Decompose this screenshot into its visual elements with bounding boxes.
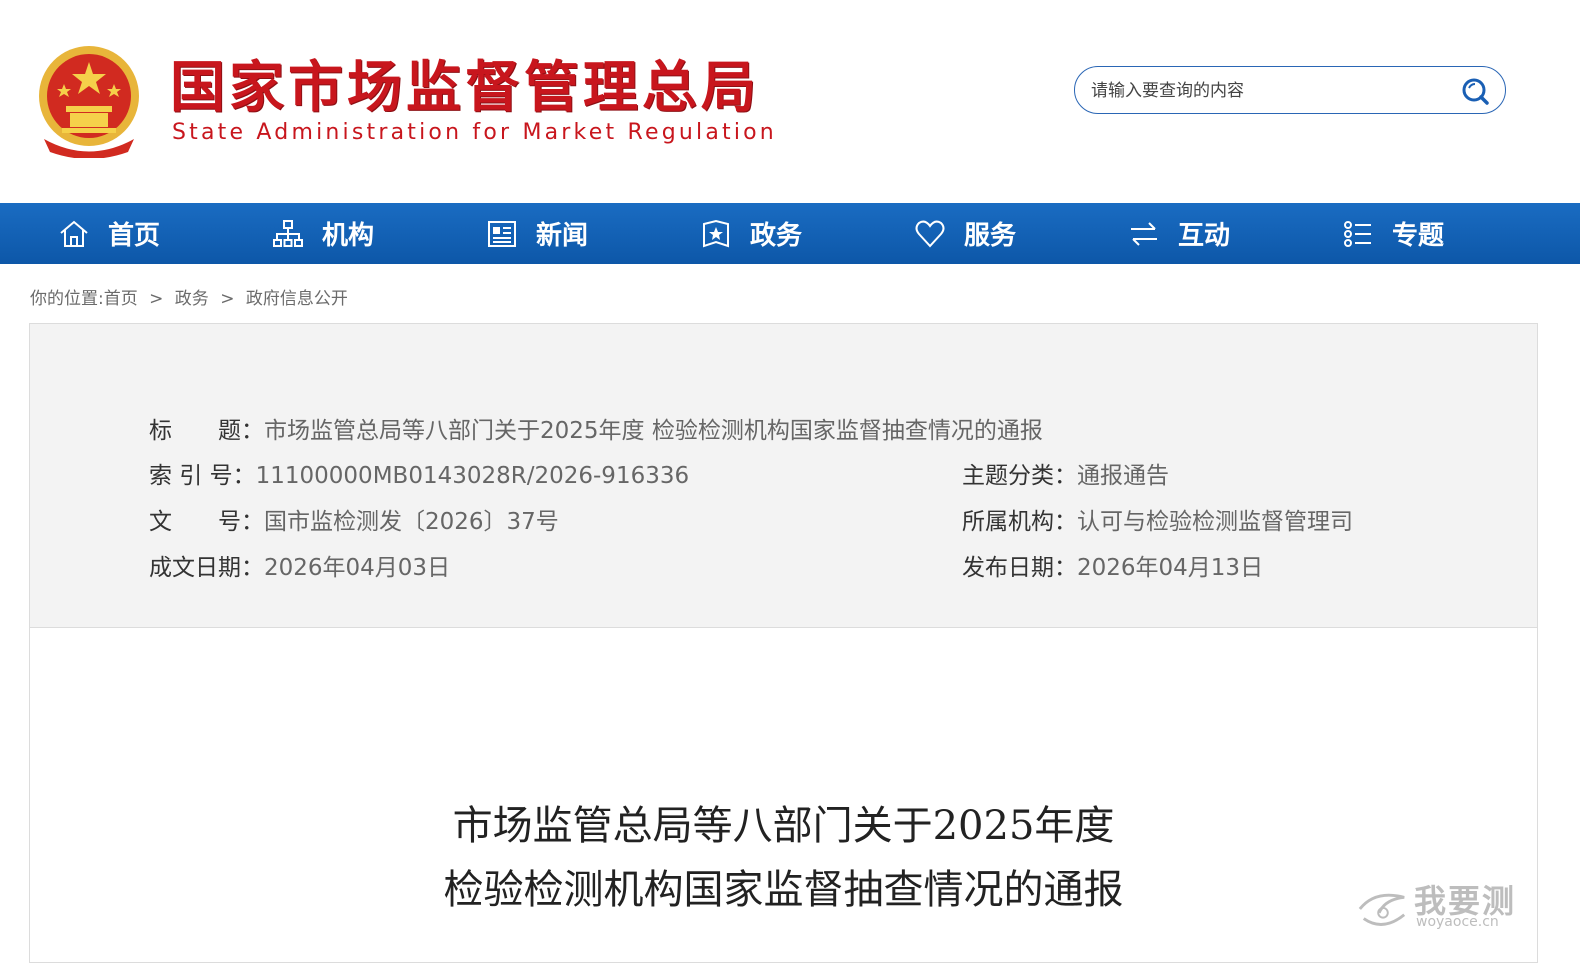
meta-topic-row: 主题分类：通报通告 — [962, 461, 1169, 491]
nav-item-label: 首页 — [108, 221, 161, 251]
nav-item-interact[interactable]: 互动 — [1128, 203, 1230, 264]
meta-docno-value: 国市监检测发〔2026〕37号 — [264, 509, 559, 535]
nav-item-label: 新闻 — [536, 221, 589, 251]
meta-title-value: 市场监管总局等八部门关于2025年度 检验检测机构国家监督抽查情况的通报 — [264, 418, 1043, 444]
document-title-line2: 检验检测机构国家监督抽查情况的通报 — [443, 867, 1124, 913]
meta-title-label: 标 题： — [149, 418, 264, 444]
meta-created-value: 2026年04月03日 — [264, 555, 451, 581]
meta-docno-label: 文 号： — [149, 509, 264, 535]
breadcrumb-separator: > — [220, 289, 235, 309]
breadcrumb-item-affairs[interactable]: 政务 — [175, 289, 209, 309]
nav-item-org[interactable]: 机构 — [272, 203, 374, 264]
breadcrumb: 你的位置:首页 > 政务 > 政府信息公开 — [30, 284, 354, 309]
meta-published-row: 发布日期：2026年04月13日 — [962, 553, 1263, 583]
site-header: 国家市场监督管理总局 State Administration for Mark… — [0, 0, 1580, 203]
list-icon — [1344, 220, 1371, 247]
meta-created-label: 成文日期： — [149, 555, 264, 581]
breadcrumb-prefix: 你的位置: — [30, 289, 104, 309]
search-box — [1074, 66, 1506, 114]
nav-item-label: 政务 — [750, 221, 803, 251]
breadcrumb-item-home[interactable]: 首页 — [104, 289, 138, 309]
breadcrumb-item-disclosure[interactable]: 政府信息公开 — [246, 289, 348, 309]
meta-org-row: 所属机构：认可与检验检测监督管理司 — [962, 507, 1353, 537]
meta-published-value: 2026年04月13日 — [1077, 555, 1264, 581]
document-title-line1: 市场监管总局等八部门关于2025年度 — [452, 803, 1115, 849]
meta-org-value: 认可与检验检测监督管理司 — [1077, 509, 1353, 535]
heart-icon — [915, 220, 945, 247]
nav-item-label: 服务 — [964, 221, 1017, 251]
document-meta-panel: 标 题：市场监管总局等八部门关于2025年度 检验检测机构国家监督抽查情况的通报… — [30, 324, 1537, 628]
exchange-icon — [1131, 221, 1157, 246]
watermark-en: woyaoce.cn — [1416, 914, 1499, 930]
meta-topic-label: 主题分类： — [962, 463, 1077, 489]
badge-icon — [703, 219, 729, 247]
meta-index-value: 11100000MB0143028R/2026-916336 — [255, 463, 690, 489]
nav-item-affairs[interactable]: 政务 — [700, 203, 802, 264]
news-icon — [488, 220, 516, 247]
nav-item-home[interactable]: 首页 — [58, 203, 160, 264]
site-name-cn[interactable]: 国家市场监督管理总局 — [170, 52, 760, 122]
meta-title-row: 标 题：市场监管总局等八部门关于2025年度 检验检测机构国家监督抽查情况的通报 — [149, 416, 1043, 446]
meta-index-row: 索 引 号：11100000MB0143028R/2026-916336 — [149, 461, 689, 491]
nav-item-label: 机构 — [322, 221, 375, 251]
org-chart-icon — [273, 219, 303, 247]
meta-created-row: 成文日期：2026年04月03日 — [149, 553, 450, 583]
meta-docno-row: 文 号：国市监检测发〔2026〕37号 — [149, 507, 559, 537]
home-icon — [60, 220, 88, 247]
main-nav: 首页 机构 新闻 政务 服务 互动 专题 — [0, 203, 1580, 264]
meta-index-label: 索 引 号： — [149, 463, 256, 489]
nav-item-label: 互动 — [1178, 221, 1231, 251]
site-name-en[interactable]: State Administration for Market Regulati… — [172, 120, 777, 145]
breadcrumb-separator: > — [149, 289, 164, 309]
search-input[interactable] — [1089, 75, 1453, 107]
nav-item-service[interactable]: 服务 — [914, 203, 1016, 264]
national-emblem-icon[interactable] — [36, 44, 142, 158]
watermark: 我要测 woyaoce.cn — [1356, 876, 1536, 936]
meta-published-label: 发布日期： — [962, 555, 1077, 581]
nav-item-news[interactable]: 新闻 — [486, 203, 588, 264]
search-icon[interactable] — [1461, 77, 1489, 105]
watermark-logo-icon — [1358, 893, 1406, 926]
nav-item-topics[interactable]: 专题 — [1342, 203, 1444, 264]
article-container: 标 题：市场监管总局等八部门关于2025年度 检验检测机构国家监督抽查情况的通报… — [29, 323, 1538, 963]
meta-org-label: 所属机构： — [962, 509, 1077, 535]
meta-topic-value: 通报通告 — [1077, 463, 1169, 489]
document-title: 市场监管总局等八部门关于2025年度 检验检测机构国家监督抽查情况的通报 — [30, 794, 1537, 922]
nav-item-label: 专题 — [1392, 221, 1445, 251]
